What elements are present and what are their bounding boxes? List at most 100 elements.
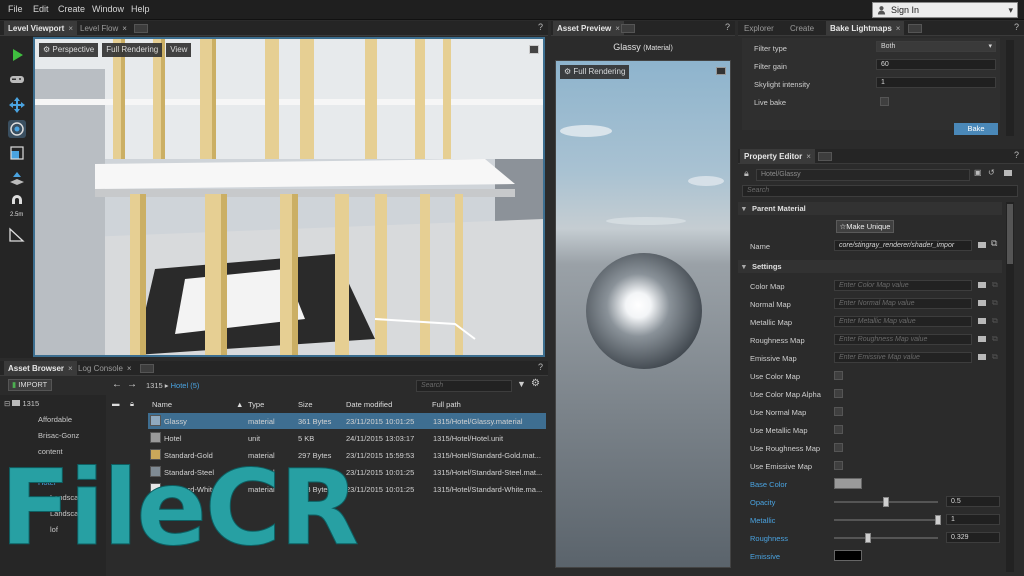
lock-icon[interactable]: 🔒︎	[744, 168, 749, 179]
live-bake-checkbox[interactable]	[880, 97, 889, 106]
scale-icon[interactable]	[8, 144, 26, 162]
breadcrumb-root[interactable]: 1315	[146, 381, 163, 390]
close-icon[interactable]: ×	[615, 24, 620, 33]
folder-icon[interactable]	[978, 300, 986, 306]
tab-bake-lightmaps[interactable]: Bake Lightmaps ×	[826, 21, 905, 36]
magnet-icon[interactable]	[8, 194, 26, 212]
toggle-checkbox[interactable]	[834, 389, 843, 398]
close-icon[interactable]: ×	[806, 152, 811, 161]
new-tab-button[interactable]	[621, 24, 635, 33]
folder-icon[interactable]	[1004, 169, 1012, 178]
opacity-input[interactable]: 0.5	[946, 496, 1000, 507]
snap-icon[interactable]	[8, 170, 26, 188]
roughness-input[interactable]: 0.329	[946, 532, 1000, 543]
tab-level-viewport[interactable]: Level Viewport ×	[4, 21, 77, 36]
menu-file[interactable]: File	[8, 4, 23, 14]
map-input[interactable]: Enter Color Map value	[834, 280, 972, 291]
settings-section[interactable]: ▾ Settings	[738, 260, 1002, 273]
opacity-slider-handle[interactable]	[883, 497, 889, 507]
metallic-slider[interactable]	[834, 519, 938, 521]
parent-material-section[interactable]: ▾ Parent Material	[738, 202, 1002, 215]
metallic-input[interactable]: 1	[946, 514, 1000, 525]
filter-type-select[interactable]: Both ▾	[876, 41, 996, 52]
history-icon[interactable]: ↺	[988, 168, 995, 177]
tab-property-editor[interactable]: Property Editor ×	[740, 149, 815, 164]
table-row[interactable]: Hotel unit 5 KB 24/11/2015 13:03:17 1315/Hot…	[148, 430, 546, 446]
menu-create[interactable]: Create	[58, 4, 85, 14]
help-icon[interactable]: ?	[538, 362, 543, 372]
folder-icon[interactable]	[978, 336, 986, 342]
toggle-checkbox[interactable]	[834, 443, 843, 452]
tree-item[interactable]: Brisac-Gonz	[38, 431, 79, 440]
gear-icon[interactable]: ⚙	[531, 378, 540, 389]
link-icon[interactable]: ⧉	[992, 298, 998, 308]
folder-icon[interactable]	[978, 241, 986, 250]
new-tab-button[interactable]	[140, 364, 154, 373]
link-icon[interactable]: ⧉	[992, 316, 998, 326]
save-icon[interactable]: ▣	[974, 168, 982, 177]
import-button[interactable]: ▮ IMPORT	[8, 379, 52, 391]
sign-in-button[interactable]: Sign In ▾	[872, 2, 1018, 18]
column-type[interactable]: Type	[248, 400, 264, 409]
tab-asset-browser[interactable]: Asset Browser ×	[4, 361, 77, 376]
toggle-checkbox[interactable]	[834, 407, 843, 416]
column-size[interactable]: Size	[298, 400, 313, 409]
gamepad-icon[interactable]	[8, 70, 26, 88]
new-tab-button[interactable]	[818, 152, 832, 161]
close-icon[interactable]: ×	[68, 24, 73, 33]
preview-rendering-button[interactable]: ⚙ Full Rendering	[560, 65, 630, 79]
folder-icon[interactable]	[978, 318, 986, 324]
ruler-icon[interactable]	[8, 226, 26, 244]
tab-explorer[interactable]: Explorer	[740, 21, 778, 36]
tree-item[interactable]: Affordable	[38, 415, 72, 424]
map-input[interactable]: Enter Normal Map value	[834, 298, 972, 309]
view-menu-button[interactable]: View	[166, 43, 192, 57]
forward-arrow-icon[interactable]: →	[127, 379, 137, 390]
tab-level-flow[interactable]: Level Flow ×	[76, 21, 131, 36]
tab-log-console[interactable]: Log Console ×	[74, 361, 136, 376]
menu-window[interactable]: Window	[92, 4, 124, 14]
map-input[interactable]: Enter Metallic Map value	[834, 316, 972, 327]
roughness-slider[interactable]	[834, 537, 938, 539]
help-icon[interactable]: ?	[1014, 150, 1019, 160]
maximize-icon[interactable]	[529, 45, 539, 54]
close-icon[interactable]: ×	[68, 364, 73, 373]
play-icon[interactable]	[8, 46, 26, 64]
breadcrumb-current[interactable]: Hotel (5)	[171, 381, 200, 390]
perspective-button[interactable]: ⚙ Perspective	[39, 43, 99, 57]
asset-search-input[interactable]: Search	[416, 380, 512, 392]
base-color-swatch[interactable]	[834, 478, 862, 489]
new-tab-button[interactable]	[908, 24, 922, 33]
close-icon[interactable]: ×	[896, 24, 901, 33]
help-icon[interactable]: ?	[538, 22, 543, 32]
help-icon[interactable]: ?	[725, 22, 730, 32]
column-path[interactable]: Full path	[432, 400, 461, 409]
close-icon[interactable]: ×	[127, 364, 132, 373]
link-icon[interactable]: ⧉	[992, 334, 998, 344]
column-date[interactable]: Date modified	[346, 400, 392, 409]
material-preview-canvas[interactable]: ⚙ Full Rendering	[555, 60, 731, 568]
tab-asset-preview[interactable]: Asset Preview ×	[553, 21, 624, 36]
make-unique-button[interactable]: ☆Make Unique	[836, 220, 894, 233]
property-scrollbar[interactable]	[1006, 202, 1014, 572]
filter-icon[interactable]: ▼	[517, 379, 526, 389]
table-row[interactable]: Glassy material 361 Bytes 23/11/2015 10:01:…	[148, 413, 546, 429]
map-input[interactable]: Enter Roughness Map value	[834, 334, 972, 345]
link-icon[interactable]: ⧉	[992, 352, 998, 362]
scrollbar-thumb[interactable]	[1007, 204, 1013, 264]
menu-help[interactable]: Help	[131, 4, 150, 14]
new-tab-button[interactable]	[134, 24, 148, 33]
move-icon[interactable]	[8, 96, 26, 114]
column-name[interactable]: Name	[152, 400, 172, 409]
open-external-icon[interactable]: ⧉	[991, 238, 997, 249]
skylight-intensity-input[interactable]: 1	[876, 77, 996, 88]
link-icon[interactable]: ⧉	[992, 280, 998, 290]
level-viewport[interactable]: ⚙ Perspective Full Rendering View	[33, 37, 545, 357]
tab-create[interactable]: Create	[786, 21, 818, 36]
emissive-color-swatch[interactable]	[834, 550, 862, 561]
bake-button[interactable]: Bake	[954, 123, 998, 135]
folder-icon[interactable]	[978, 282, 986, 288]
rendering-mode-button[interactable]: Full Rendering	[102, 43, 163, 57]
back-arrow-icon[interactable]: ←	[112, 379, 122, 390]
map-input[interactable]: Enter Emissive Map value	[834, 352, 972, 363]
